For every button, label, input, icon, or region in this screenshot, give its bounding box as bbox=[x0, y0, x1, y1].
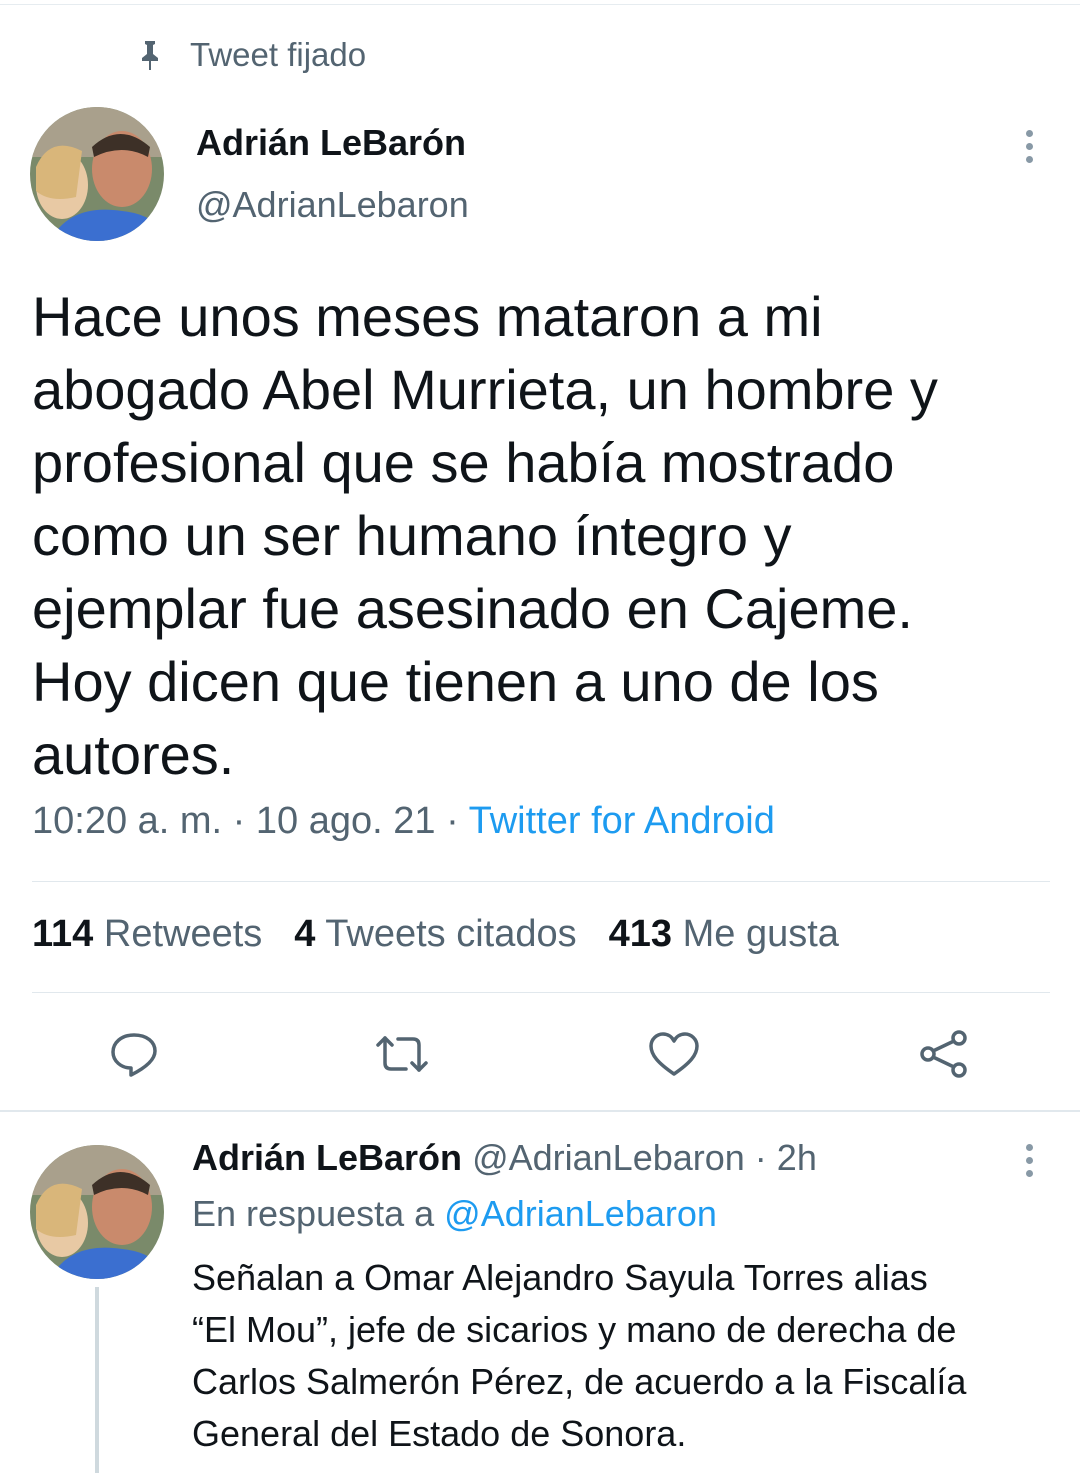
share-icon[interactable] bbox=[916, 1026, 972, 1082]
retweets-label: Retweets bbox=[103, 913, 263, 955]
author-handle[interactable]: @AdrianLebaron bbox=[196, 184, 469, 226]
reply-to-line: En respuesta a @AdrianLebaron bbox=[192, 1193, 717, 1235]
divider bbox=[32, 992, 1050, 993]
more-options-icon[interactable] bbox=[1026, 1144, 1034, 1183]
tweet-text: Hace unos meses mataron a mi abogado Abe… bbox=[32, 285, 938, 786]
avatar[interactable] bbox=[30, 107, 164, 241]
like-icon[interactable] bbox=[646, 1026, 702, 1082]
pinned-indicator: Tweet fijado bbox=[136, 30, 366, 80]
tweet-date: 10 ago. 21 bbox=[255, 800, 436, 842]
reply-header: Adrián LeBarón @AdrianLebaron · 2h bbox=[192, 1137, 817, 1179]
reply-to-link[interactable]: @AdrianLebaron bbox=[444, 1193, 717, 1234]
likes-stat[interactable]: 413 Me gusta bbox=[609, 913, 839, 956]
pin-icon bbox=[142, 41, 158, 70]
likes-count: 413 bbox=[608, 913, 673, 955]
reply-text: Señalan a Omar Alejandro Sayula Torres a… bbox=[192, 1257, 967, 1454]
reply-author-handle[interactable]: @AdrianLebaron bbox=[472, 1137, 745, 1178]
reply-author-name[interactable]: Adrián LeBarón bbox=[192, 1137, 462, 1178]
quotes-label: Tweets citados bbox=[325, 913, 577, 955]
top-divider bbox=[0, 4, 1080, 5]
divider bbox=[32, 881, 1050, 882]
meta-separator: · bbox=[222, 800, 256, 842]
reply-icon[interactable] bbox=[106, 1026, 162, 1082]
author-name[interactable]: Adrián LeBarón bbox=[196, 122, 466, 164]
quotes-count: 4 bbox=[294, 913, 316, 955]
retweets-count: 114 bbox=[32, 913, 94, 955]
quotes-stat[interactable]: 4 Tweets citados bbox=[294, 913, 576, 956]
avatar[interactable] bbox=[30, 1145, 164, 1279]
meta-separator: · bbox=[744, 1137, 777, 1178]
retweet-icon[interactable] bbox=[374, 1026, 430, 1082]
more-options-icon[interactable] bbox=[1026, 130, 1034, 169]
tweet-meta: 10:20 a. m. · 10 ago. 21 · Twitter for A… bbox=[32, 800, 775, 843]
pinned-label: Tweet fijado bbox=[190, 36, 367, 73]
tweet-stats: 114 Retweets 4 Tweets citados 413 Me gus… bbox=[32, 913, 871, 956]
likes-label: Me gusta bbox=[682, 913, 839, 955]
section-divider bbox=[0, 1110, 1080, 1112]
tweet-actions bbox=[0, 1026, 1080, 1082]
meta-separator: · bbox=[435, 800, 469, 842]
retweets-stat[interactable]: 114 Retweets bbox=[32, 913, 262, 956]
tweet-time: 10:20 a. m. bbox=[32, 800, 223, 842]
reply-age: 2h bbox=[776, 1137, 817, 1178]
reply-to-prefix: En respuesta a bbox=[192, 1193, 445, 1234]
tweet-source-link[interactable]: Twitter for Android bbox=[469, 800, 775, 842]
thread-line bbox=[95, 1287, 99, 1473]
